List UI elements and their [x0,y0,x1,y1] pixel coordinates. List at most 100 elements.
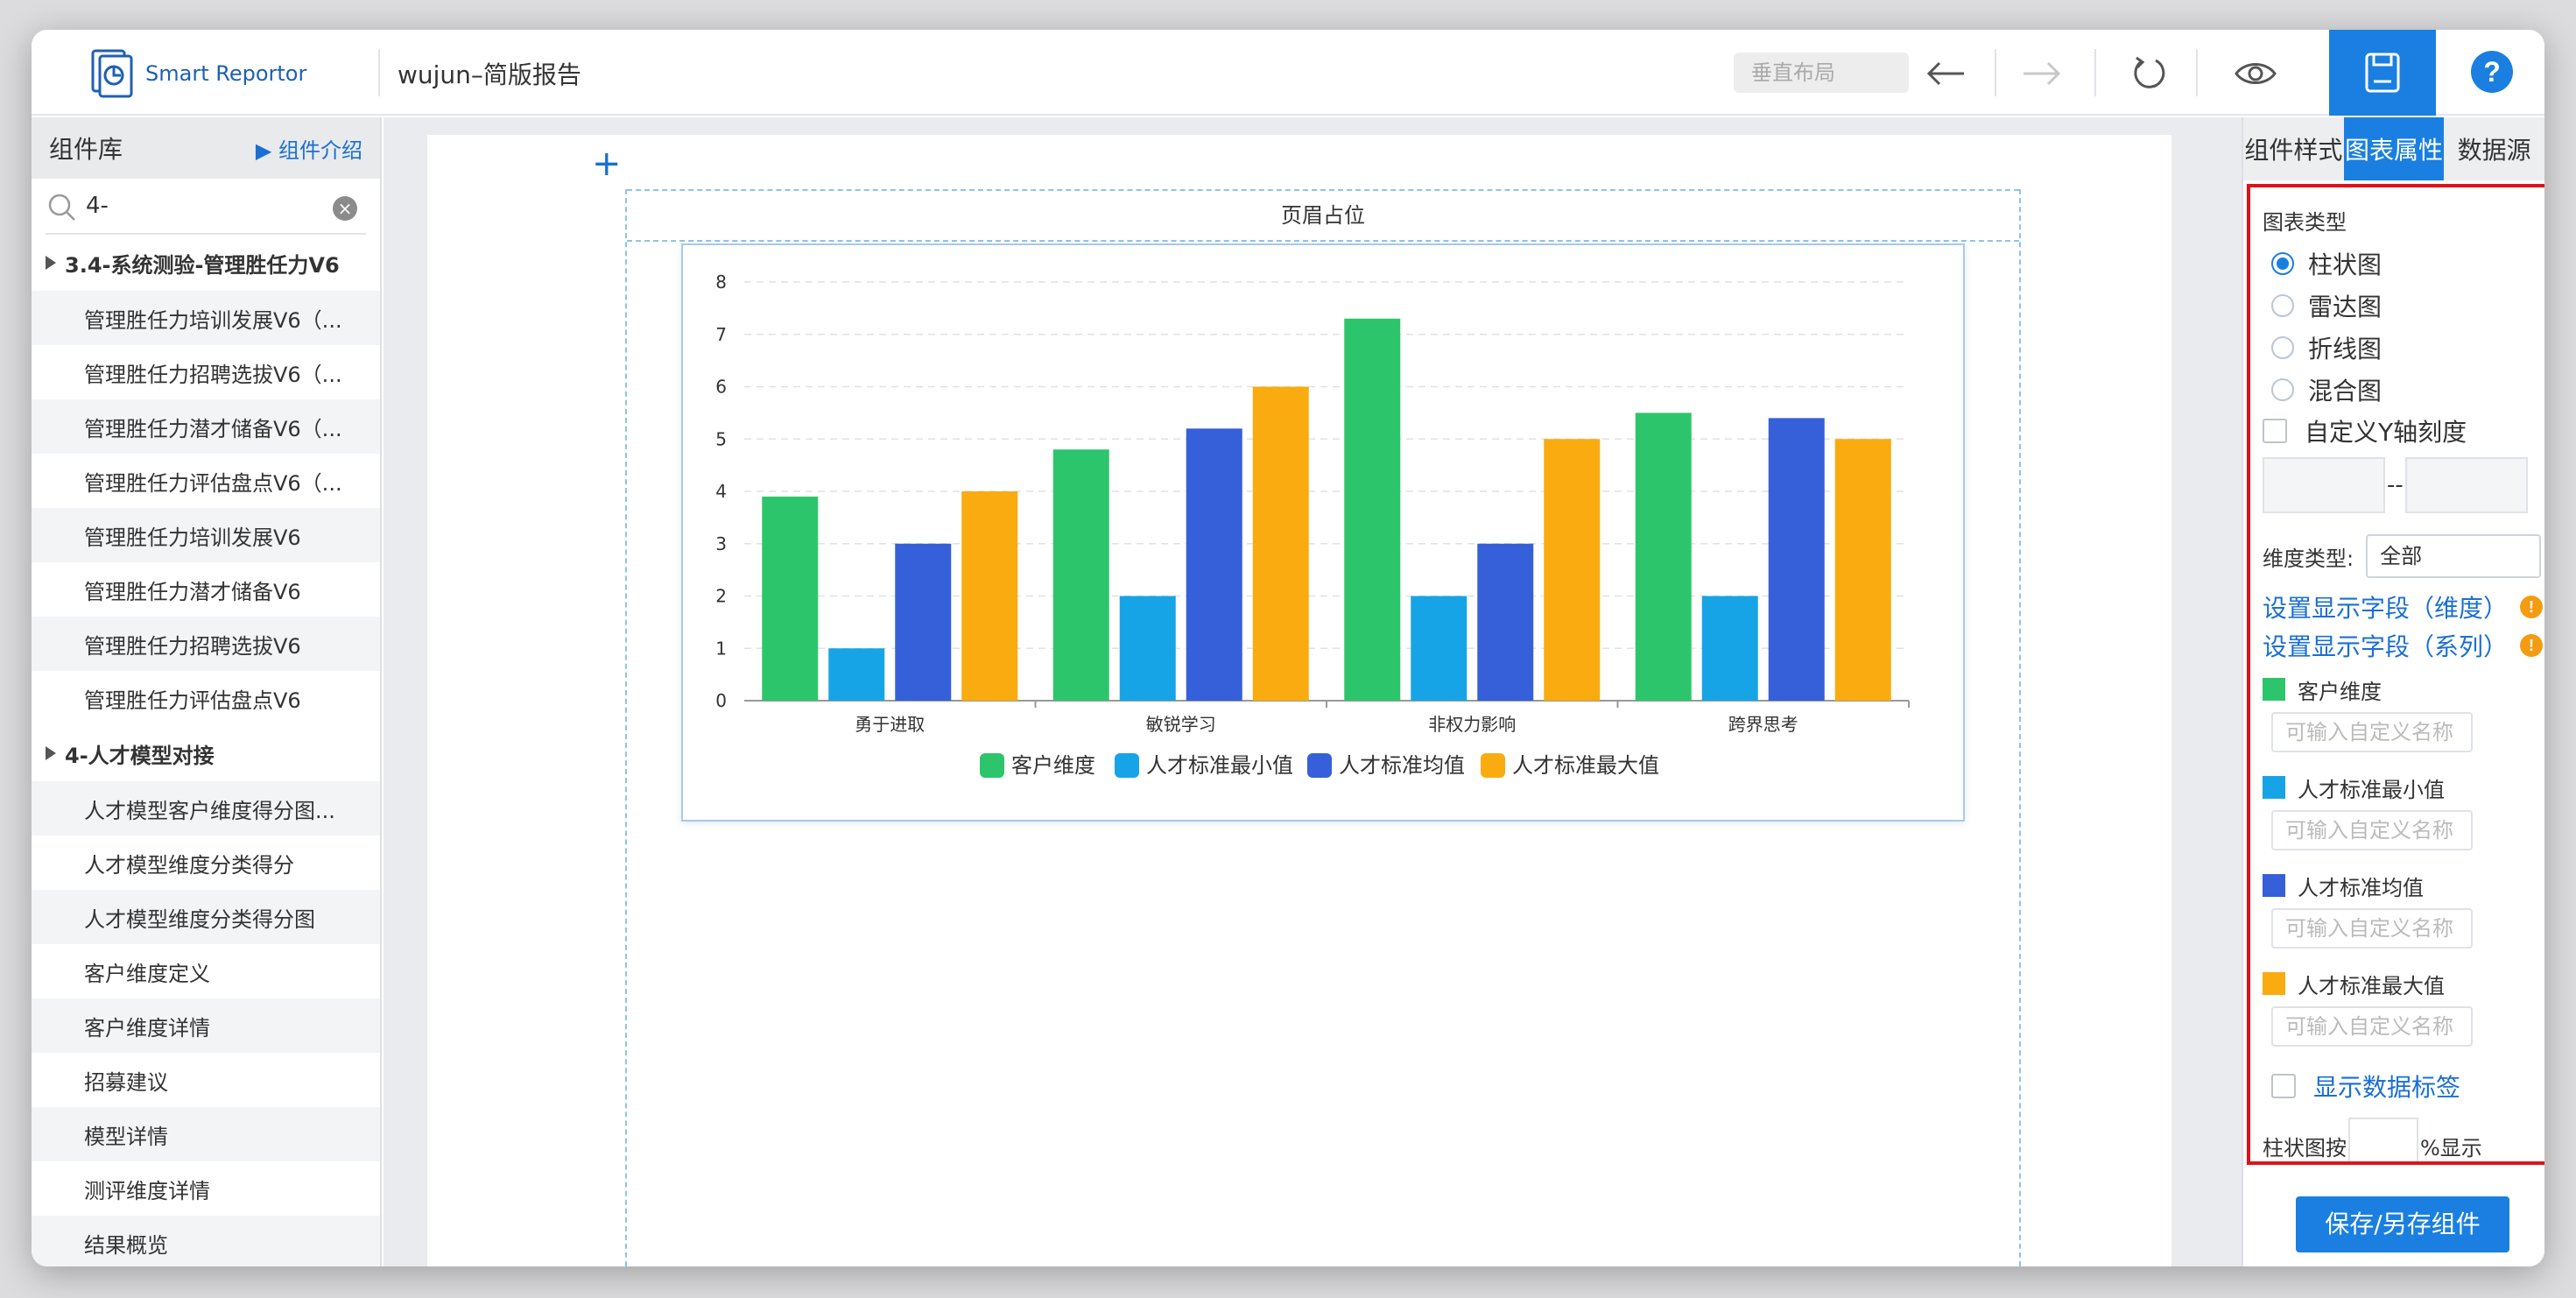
y-tick-label: 8 [715,272,727,293]
legend-label: 客户维度 [1011,753,1095,778]
list-item[interactable]: 客户维度定义 [32,944,380,998]
list-item[interactable]: 人才模型维度分类得分 [32,836,380,890]
color-swatch[interactable] [2263,972,2285,995]
list-item[interactable]: 管理胜任力评估盘点V6（... [32,454,380,508]
y-range-inputs: -- [2263,455,2544,516]
clear-search-icon[interactable]: × [333,196,357,221]
y-tick-label: 7 [715,324,727,345]
radio-label: 折线图 [2308,335,2382,363]
list-item[interactable]: 客户维度详情 [32,998,380,1053]
list-item[interactable]: 模型详情 [32,1107,380,1161]
preview-eye-icon[interactable] [2233,51,2278,96]
y-max-input[interactable] [2404,457,2528,513]
list-item[interactable]: 测评维度详情 [32,1161,380,1216]
chart-type-label: 图表类型 [2263,210,2347,235]
radio-bar[interactable]: 柱状图 [2263,243,2544,285]
chart-component[interactable]: 0 1 2 3 4 5 6 7 8 勇于进取 敏锐学习 非权力影响 跨界思考 客户维度 人才标准最小值 人才标… [681,243,1965,822]
bar [1768,418,1825,701]
x-tick-label: 跨界思考 [1728,714,1798,735]
tab-component-style[interactable]: 组件样式 [2243,117,2344,180]
header-placeholder[interactable]: 页眉占位 [627,189,2019,242]
tree-group[interactable]: 3.4-系统测验-管理胜任力V6 [32,235,380,291]
color-swatch[interactable] [2263,678,2285,701]
redo-arrow-icon[interactable] [2019,51,2065,96]
y-min-input[interactable] [2263,457,2385,513]
list-item[interactable]: 管理胜任力培训发展V6（... [32,291,380,345]
logo-icon [91,49,133,98]
y-tick-label: 4 [715,481,727,502]
series-alias-input[interactable]: 可输入自定义名称 [2271,908,2473,949]
color-swatch[interactable] [2263,874,2285,897]
list-item[interactable]: 人才模型客户维度得分图... [32,781,380,836]
link-label: 设置显示字段（维度） [2263,594,2509,623]
bar [1544,439,1601,701]
bar [1252,386,1309,701]
list-item[interactable]: 管理胜任力招聘选拔V6（... [32,345,380,399]
radio-icon [2271,378,2294,401]
tab-chart-properties[interactable]: 图表属性 [2343,117,2445,180]
radio-mixed[interactable]: 混合图 [2263,369,2544,411]
radio-radar[interactable]: 雷达图 [2263,285,2544,327]
report-page: + 页眉占位 0 1 2 3 4 5 6 7 8 勇于进取 敏锐学习 非权力影响 跨界思考 客户维度 人才标… [427,135,2171,1266]
play-triangle-icon: ▶ [255,138,278,163]
bar [762,496,819,701]
expand-triangle-icon [46,256,56,270]
add-row-icon[interactable]: + [592,144,622,184]
component-intro-link[interactable]: ▶ 组件介绍 [256,133,362,164]
bar-chart: 0 1 2 3 4 5 6 7 8 勇于进取 敏锐学习 非权力影响 跨界思考客户维度 人才标准最小值 人才标… [715,272,1910,778]
series-settings: 客户维度 可输入自定义名称 人才标准最小值 可输入自定义名称 人才标准均值 可输… [2263,672,2544,1047]
expand-triangle-icon [46,746,56,760]
tree-group[interactable]: 4-人才模型对接 [32,725,380,781]
app-window: Smart Reportor wujun–简版报告 垂直布局 ? 组件库 ▶ 组… [32,30,2544,1266]
chart-properties-form: 图表类型 柱状图 雷达图 折线图 混合图 自定义Y轴刻度 -- 维度类型: 全部… [2247,184,2544,1165]
percent-suffix: %显示 [2420,1135,2482,1160]
series-alias-input[interactable]: 可输入自定义名称 [2271,810,2473,850]
series-label: 人才标准均值 [2263,868,2544,903]
series-label: 人才标准最大值 [2263,966,2544,1001]
save-component-button[interactable]: 保存/另存组件 [2296,1196,2509,1252]
undo-arrow-icon[interactable] [1923,51,1968,96]
search-input[interactable]: 4- [86,193,109,219]
set-dimension-fields-link[interactable]: 设置显示字段（维度）! [2263,588,2544,626]
series-name: 人才标准最大值 [2298,973,2445,998]
dimension-type-select[interactable]: 全部 [2366,534,2542,578]
list-item[interactable]: 管理胜任力评估盘点V6 [32,671,380,725]
color-swatch[interactable] [2263,776,2285,799]
y-tick-label: 2 [715,586,727,607]
list-item[interactable]: 管理胜任力潜才储备V6（... [32,399,380,454]
property-tabs: 组件样式 图表属性 数据源 [2243,117,2544,180]
search-icon [48,194,75,221]
show-data-labels-checkbox[interactable]: 显示数据标签 [2263,1064,2544,1108]
radio-line[interactable]: 折线图 [2263,327,2544,369]
tab-data-source[interactable]: 数据源 [2444,117,2544,180]
save-icon[interactable] [2329,30,2436,116]
series-name: 人才标准均值 [2298,875,2424,900]
list-item[interactable]: 管理胜任力招聘选拔V6 [32,617,380,671]
warning-icon: ! [2520,596,2544,618]
list-item[interactable]: 人才模型维度分类得分图 [32,890,380,944]
list-item[interactable]: 结果概览 [32,1216,380,1266]
percent-input[interactable] [2348,1118,2418,1161]
divider [378,49,380,96]
range-dash: -- [2387,472,2404,498]
library-header: 组件库 ▶ 组件介绍 [32,117,380,179]
series-name: 人才标准最小值 [2298,777,2445,802]
component-tree: 3.4-系统测验-管理胜任力V6 管理胜任力培训发展V6（... 管理胜任力招聘… [32,235,380,1266]
radio-label: 雷达图 [2308,293,2382,321]
library-search[interactable]: 4- × [46,179,366,235]
series-alias-input[interactable]: 可输入自定义名称 [2271,712,2473,752]
list-item[interactable]: 管理胜任力培训发展V6 [32,508,380,562]
legend-label: 人才标准最大值 [1512,753,1659,778]
checkbox-label: 显示数据标签 [2313,1073,2461,1102]
list-item[interactable]: 管理胜任力潜才储备V6 [32,562,380,617]
set-series-fields-link[interactable]: 设置显示字段（系列）! [2263,626,2544,665]
checkbox-icon [2271,1074,2296,1098]
layout-button[interactable]: 垂直布局 [1734,53,1909,93]
series-alias-input[interactable]: 可输入自定义名称 [2271,1006,2473,1047]
custom-y-axis-checkbox[interactable]: 自定义Y轴刻度 [2263,411,2544,451]
percent-display-row: 柱状图按 %显示 [2263,1113,2544,1161]
list-item[interactable]: 招募建议 [32,1053,380,1107]
help-icon[interactable]: ? [2471,51,2513,93]
bar [828,648,885,701]
refresh-icon[interactable] [2126,51,2171,96]
